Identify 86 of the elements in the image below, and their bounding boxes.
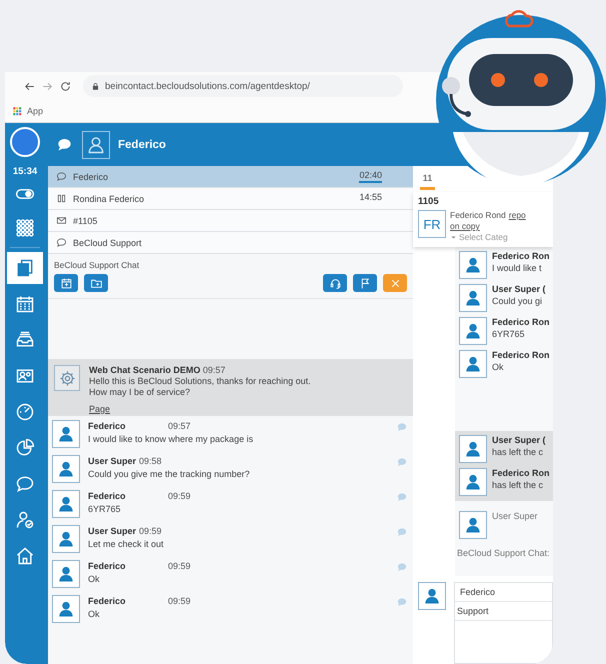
message-text: I would like t (492, 263, 543, 273)
person-icon (86, 134, 106, 154)
sender-name: User Super ( (492, 284, 546, 294)
address-bar[interactable]: beincontact.becloudsolutions.com/agentdesktop/ (83, 75, 403, 97)
chat-title: BeCloud Support Chat (53, 259, 140, 272)
sidebar-item[interactable] (7, 252, 43, 284)
reload-icon[interactable] (59, 80, 72, 92)
sender-name: Federico (88, 596, 127, 606)
message-text: Ok (88, 609, 101, 619)
pie-chart-icon (15, 438, 35, 458)
message-time: 09:59 (139, 526, 162, 536)
initials-avatar: FR (418, 210, 446, 238)
pause-icon (56, 193, 67, 204)
sender-name: Federico (88, 491, 127, 501)
message-time: 09:57 (168, 421, 191, 431)
chat-label: BeCloud Support Chat: (457, 548, 551, 558)
lock-icon (91, 82, 100, 90)
message-text: Could you gi (492, 296, 544, 306)
folder-button[interactable] (84, 274, 108, 292)
session-item[interactable]: BeCloud Support (48, 232, 413, 254)
session-item[interactable]: Federico 02:40 (48, 166, 413, 188)
message-time: 09:59 (168, 491, 191, 501)
message-time: 09:58 (139, 456, 162, 466)
agent-name: Federico (118, 138, 166, 150)
message-time: 09:57 (202, 365, 226, 375)
message-text: Ok (492, 362, 505, 372)
chat-bubble-icon (56, 237, 67, 248)
calendar-plus-icon (60, 276, 72, 290)
chat-bubble-icon (56, 171, 67, 182)
sender-name: Federico Ron (492, 468, 550, 478)
avatar-icon[interactable] (10, 127, 40, 157)
calendar-icon (15, 294, 35, 314)
message-text: has left the c (492, 480, 544, 490)
flag-button[interactable] (353, 274, 377, 292)
message-text: Could you give me the tracking number? (88, 469, 251, 479)
recipient-field[interactable]: Federico (455, 583, 552, 602)
chat-bubble-icon (397, 562, 407, 572)
message-time: 09:59 (168, 596, 191, 606)
sender-name: User Super (88, 526, 136, 536)
dot-grid-icon[interactable] (15, 218, 35, 238)
contact-name: Federico Rond (450, 210, 506, 220)
message-text: has left the c (492, 447, 544, 457)
documents-icon (15, 258, 35, 278)
page-link[interactable]: Page (89, 404, 110, 414)
session-item[interactable]: #1105 (48, 210, 413, 232)
chat-bubble-icon (397, 527, 407, 537)
gear-icon (58, 370, 76, 386)
chat-bubble-icon (15, 474, 35, 494)
session-item[interactable]: Rondina Federico 14:55 (48, 188, 413, 210)
report-link[interactable]: repo (508, 210, 526, 220)
message-text: I would like to know where my package is (88, 434, 254, 444)
message-time: 09:59 (168, 561, 191, 571)
sender-name: Federico Ron (492, 317, 550, 327)
caret-icon (450, 234, 457, 240)
url-text: beincontact.becloudsolutions.com/agentdesktop/ (105, 80, 310, 92)
message-text: 6YR765 (88, 504, 122, 514)
clock-time: 15:34 (12, 166, 38, 177)
message-text: Let me check it out (88, 539, 165, 549)
chat-bubble-icon (397, 422, 407, 432)
message-text: 6YR765 (492, 329, 526, 339)
case-number: 1105 (418, 196, 440, 207)
headset-button[interactable] (323, 274, 347, 292)
participant-name: User Super (492, 511, 538, 521)
chat-bubble-icon (397, 457, 407, 467)
message-text: Ok (88, 574, 101, 584)
chat-bubble-icon (397, 492, 407, 502)
sender-name: Federico Ron (492, 251, 550, 261)
gauge-icon (15, 402, 35, 422)
headset-icon (328, 276, 342, 290)
message-text: Hello this is BeCloud Solutions, thanks for reaching out. How may I be of service? (89, 376, 311, 398)
sender-name: User Super ( (492, 435, 546, 445)
user-check-icon (15, 510, 35, 530)
home-icon (15, 546, 35, 566)
chat-bubble-icon (397, 597, 407, 607)
sender-name: Federico (88, 421, 127, 431)
sender-name: User Super (88, 456, 136, 466)
apps-grid-icon[interactable] (12, 106, 22, 116)
report-link[interactable]: on copy (450, 221, 480, 231)
bookmark-link[interactable]: App (27, 106, 44, 116)
schedule-button[interactable] (54, 274, 78, 292)
sender-name: Federico Ron (492, 350, 550, 360)
sender-name: Federico (88, 561, 127, 571)
sender-name: Web Chat Scenario DEMO (89, 365, 200, 375)
subject-field[interactable]: Support (455, 602, 552, 621)
chat-bubble-icon[interactable] (57, 137, 72, 152)
envelope-icon (56, 215, 67, 226)
